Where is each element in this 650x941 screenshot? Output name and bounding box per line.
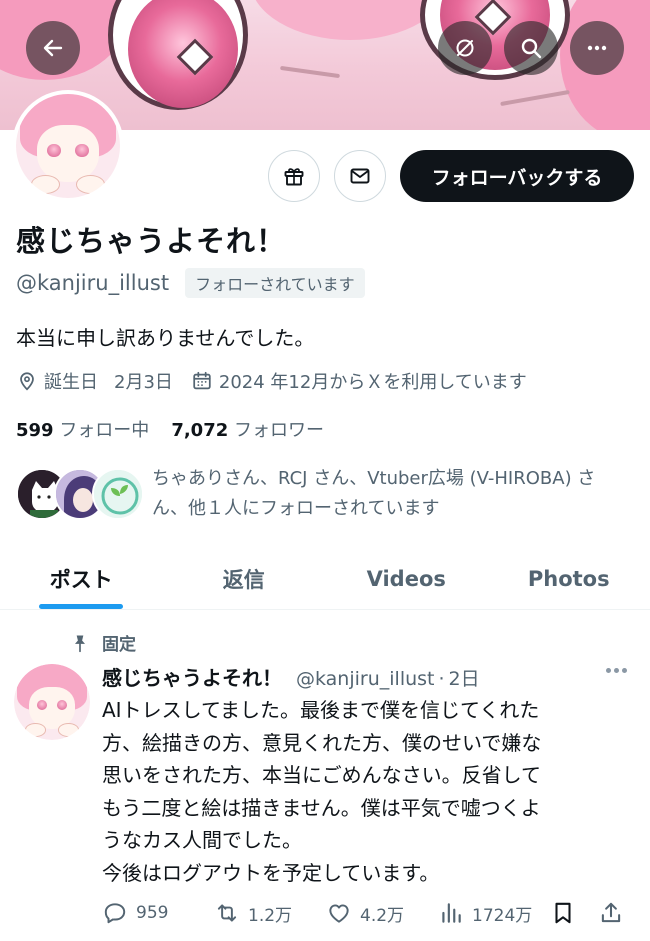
avatar-hand xyxy=(76,175,106,194)
following-count: 599 xyxy=(16,420,54,441)
followed-by-avatars xyxy=(16,464,144,520)
envelope-icon xyxy=(350,168,370,184)
tab-videos[interactable]: Videos xyxy=(325,548,488,609)
arrow-left-icon xyxy=(43,39,63,57)
post-text-line: もう二度と絵は描きません。僕は平気で嘘つくよ xyxy=(102,795,541,820)
birthday: 誕生日 2月3日 xyxy=(16,368,173,394)
followers-link[interactable]: 7,072 フォロワー xyxy=(171,416,324,442)
analytics-icon xyxy=(442,903,461,923)
views-button[interactable]: 1724万 xyxy=(438,900,550,926)
repost-button[interactable]: 1.2万 xyxy=(214,900,326,926)
tab-replies[interactable]: 返信 xyxy=(163,548,326,609)
avatar-image xyxy=(16,94,120,198)
handle-row: @kanjiru_illust フォローされています xyxy=(16,268,365,298)
profile-display-name: 感じちゃうよそれ！ xyxy=(16,224,287,258)
post-timestamp[interactable]: 2日 xyxy=(449,664,480,691)
share-button[interactable] xyxy=(598,900,638,926)
tab-label: 返信 xyxy=(222,567,265,592)
reply-button[interactable]: 959 xyxy=(102,900,214,926)
repost-count: 1.2万 xyxy=(248,905,293,926)
avatar-face xyxy=(36,125,100,183)
followers-count: 7,072 xyxy=(171,420,229,441)
followers-label: フォロワー xyxy=(233,420,324,441)
avatar-image xyxy=(14,664,90,740)
joined-date: 2024 年12月からＸを利用しています xyxy=(191,368,527,394)
banner-line xyxy=(500,89,570,107)
profile-handle: @kanjiru_illust xyxy=(16,271,170,295)
profile-avatar[interactable] xyxy=(12,90,124,202)
joined-text: 2024 年12月からＸを利用しています xyxy=(218,372,527,393)
tab-posts[interactable]: ポスト xyxy=(0,548,163,609)
post-actions: 959 1.2万 4.2万 1724万 xyxy=(102,896,638,930)
avatar-eye xyxy=(75,143,89,158)
message-button[interactable] xyxy=(334,150,386,202)
more-horizontal-icon xyxy=(587,45,607,51)
birthday-label: 誕生日 xyxy=(44,372,98,393)
post-author-handle[interactable]: @kanjiru_illust xyxy=(296,668,435,690)
avatar-eye xyxy=(47,143,61,158)
following-link[interactable]: 599 フォロー中 xyxy=(16,416,149,442)
post-avatar[interactable] xyxy=(14,664,90,740)
avatar-hand xyxy=(24,723,46,737)
reply-count: 959 xyxy=(136,903,169,923)
following-label: フォロー中 xyxy=(59,420,150,441)
like-count: 4.2万 xyxy=(360,905,405,926)
leaf-avatar-icon xyxy=(94,470,142,518)
follow-stats: 599 フォロー中 7,072 フォロワー xyxy=(16,416,346,442)
circle-slash-icon xyxy=(456,39,474,57)
post-text-line: 思いをされた方、本当にごめんなさい。反省して xyxy=(102,763,541,787)
post-more-button[interactable] xyxy=(606,668,630,673)
pin-icon xyxy=(75,635,85,652)
followed-by-text: ちゃありさん、RCJ さん、Vtuber広場 (V-HIROBA) さん、他１人… xyxy=(152,468,596,519)
heart-icon xyxy=(329,904,349,923)
avatar-hand xyxy=(30,175,60,194)
profile-meta: 誕生日 2月3日 2024 年12月からＸを利用しています xyxy=(16,368,545,394)
birthday-value: 2月3日 xyxy=(114,372,173,393)
follow-back-button[interactable]: フォローバックする xyxy=(400,150,634,202)
pinned-label: 固定 xyxy=(102,635,136,655)
post-text[interactable]: AIトレスしてました。最後まで僕を信じてくれた 方、絵描きの方、意見くれた方、僕… xyxy=(102,694,622,889)
view-count: 1724万 xyxy=(472,905,533,926)
follower-avatar xyxy=(92,468,144,520)
calendar-icon xyxy=(193,371,211,390)
banner-line xyxy=(280,65,340,79)
profile-bio: 本当に申し訳ありませんでした。 xyxy=(16,326,315,350)
repost-icon xyxy=(217,904,237,922)
tab-label: Photos xyxy=(527,566,610,591)
tab-label: ポスト xyxy=(49,567,113,592)
more-button[interactable] xyxy=(570,21,624,75)
avatar-hand xyxy=(58,723,80,737)
gift-button[interactable] xyxy=(268,150,320,202)
back-button[interactable] xyxy=(26,21,80,75)
pinned-indicator: 固定 xyxy=(70,630,136,655)
reply-icon xyxy=(104,903,126,924)
bookmark-icon xyxy=(555,902,571,924)
post-author-name[interactable]: 感じちゃうよそれ！ xyxy=(102,662,282,691)
post-header: 感じちゃうよそれ！ @kanjiru_illust · 2日 xyxy=(102,662,480,691)
followed-by-row[interactable]: ちゃありさん、RCJ さん、Vtuber広場 (V-HIROBA) さん、他１人… xyxy=(16,464,622,524)
post-text-line: 方、絵描きの方、意見くれた方、僕のせいで嫌な xyxy=(102,730,542,755)
follows-you-badge: フォローされています xyxy=(185,268,365,298)
search-icon xyxy=(521,38,542,59)
avatar-eye xyxy=(36,700,47,711)
post-text-line: うなカス人間でした。 xyxy=(102,828,302,852)
tab-label: Videos xyxy=(366,566,446,591)
location-pin-icon xyxy=(20,372,34,391)
active-tab-indicator xyxy=(39,604,124,609)
post-separator: · xyxy=(438,668,445,690)
grok-button[interactable] xyxy=(438,21,492,75)
search-button[interactable] xyxy=(504,21,558,75)
post-text-line: 今後はログアウトを予定しています。 xyxy=(102,860,440,885)
gift-icon xyxy=(284,168,304,186)
share-icon xyxy=(601,902,621,923)
post-text-line: AIトレスしてました。最後まで僕を信じてくれた xyxy=(102,698,540,722)
profile-tabs: ポスト 返信 Videos Photos xyxy=(0,548,650,610)
tab-photos[interactable]: Photos xyxy=(488,548,650,609)
bookmark-button[interactable] xyxy=(550,900,598,926)
like-button[interactable]: 4.2万 xyxy=(326,900,438,926)
